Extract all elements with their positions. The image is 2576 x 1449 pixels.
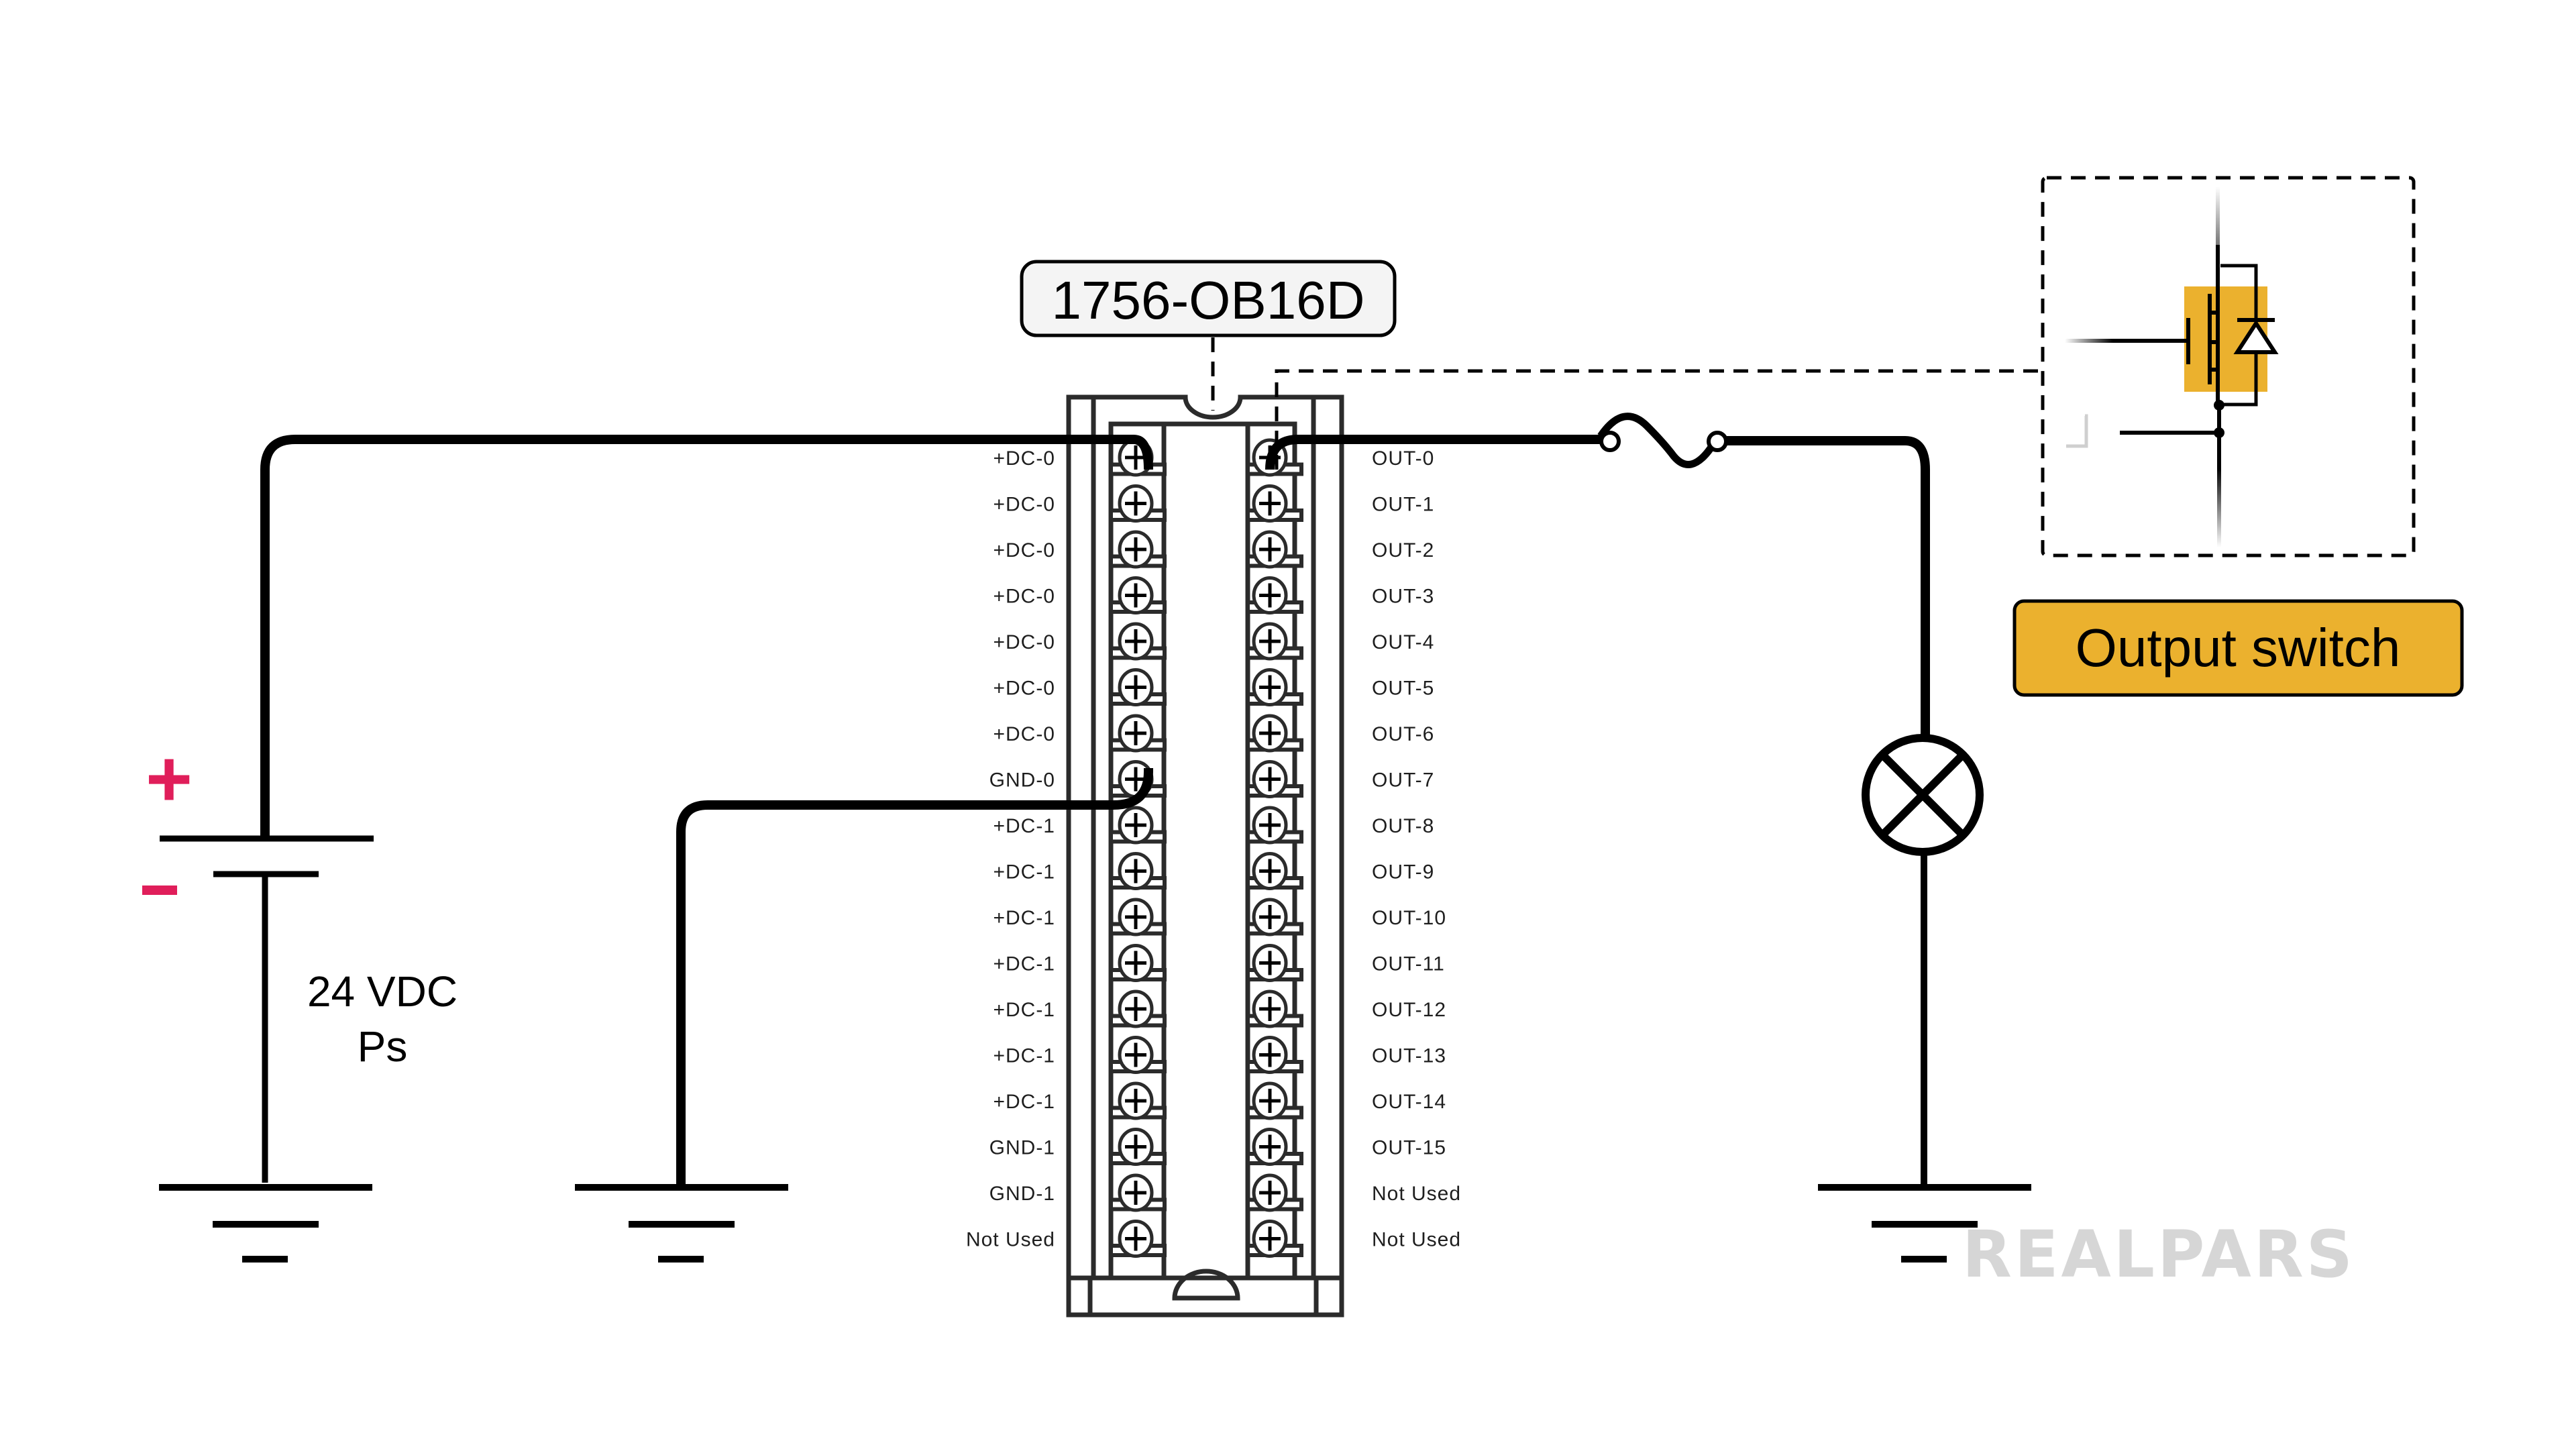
right-terminal-label: OUT-13	[1372, 1045, 1446, 1067]
terminal-screw-icon[interactable]	[1118, 530, 1154, 569]
terminal-screw-icon[interactable]	[1118, 852, 1154, 890]
terminal-screw-icon[interactable]	[1118, 1220, 1154, 1258]
terminal-screw-icon[interactable]	[1252, 622, 1288, 661]
left-terminal-label: Not Used	[966, 1229, 1055, 1251]
right-terminal-label: OUT-8	[1372, 815, 1434, 837]
right-terminal-label: OUT-0	[1372, 447, 1434, 470]
left-terminal-label: +DC-0	[993, 494, 1055, 516]
polarity-plus: +	[146, 734, 193, 824]
right-terminal-label: OUT-4	[1372, 631, 1434, 653]
load-wire	[1727, 436, 1930, 736]
left-terminal-label: +DC-1	[993, 999, 1055, 1021]
left-terminal-label: GND-1	[989, 1183, 1055, 1205]
terminal-screw-icon[interactable]	[1118, 1081, 1154, 1120]
left-terminal-label: +DC-0	[993, 586, 1055, 608]
realpars-logo: REALPARS	[1962, 1217, 2355, 1292]
left-terminal-label: +DC-1	[993, 1045, 1055, 1067]
psu-voltage-label: 24 VDC	[307, 967, 458, 1016]
left-terminal-label: GND-1	[989, 1137, 1055, 1159]
left-terminal-label: +DC-1	[993, 907, 1055, 929]
right-terminal-label: OUT-9	[1372, 861, 1434, 883]
left-terminal-label: +DC-0	[993, 678, 1055, 700]
right-terminal-label: OUT-5	[1372, 678, 1434, 700]
right-terminal-label: OUT-15	[1372, 1137, 1446, 1159]
wiring-diagram: + 24 VDC Ps 1756-OB16D +DC-0 OUT-0+DC-0 …	[142, 176, 2464, 1318]
terminal-screw-icon[interactable]	[1252, 668, 1288, 706]
terminal-screw-icon[interactable]	[1252, 714, 1288, 753]
lamp-icon	[1862, 734, 1984, 856]
terminal-screw-icon[interactable]	[1252, 1128, 1288, 1166]
terminal-screw-icon[interactable]	[1118, 668, 1154, 706]
terminal-screw-icon[interactable]	[1118, 1036, 1154, 1074]
left-terminal-label: +DC-0	[993, 631, 1055, 653]
output-switch-label: Output switch	[2012, 599, 2464, 697]
left-terminal-label: +DC-0	[993, 447, 1055, 470]
psu-name-label: Ps	[358, 1022, 408, 1071]
terminal-screw-icon[interactable]	[1252, 852, 1288, 890]
left-terminal-label: +DC-1	[993, 815, 1055, 837]
right-terminal-label: OUT-6	[1372, 723, 1434, 745]
terminal-screw-icon[interactable]	[1252, 484, 1288, 523]
module-label: 1756-OB16D	[1020, 260, 1397, 337]
terminal-screw-icon[interactable]	[1252, 530, 1288, 569]
right-terminal-label: Not Used	[1372, 1183, 1461, 1205]
right-terminal-label: OUT-11	[1372, 953, 1445, 975]
terminal-screw-icon[interactable]	[1118, 806, 1154, 845]
right-terminal-label: Not Used	[1372, 1229, 1461, 1251]
terminal-screw-icon[interactable]	[1118, 1173, 1154, 1212]
terminal-screw-icon[interactable]	[1118, 714, 1154, 753]
terminal-screw-icon[interactable]	[1252, 760, 1288, 798]
left-terminal-label: +DC-1	[993, 1091, 1055, 1113]
terminal-screw-icon[interactable]	[1118, 484, 1154, 523]
terminal-screw-icon[interactable]	[1118, 898, 1154, 936]
right-terminal-label: OUT-12	[1372, 999, 1446, 1021]
terminal-screw-icon[interactable]	[1252, 806, 1288, 845]
svg-text:Output switch: Output switch	[2076, 618, 2401, 678]
terminal-screw-icon[interactable]	[1252, 989, 1288, 1028]
terminal-screw-icon[interactable]	[1118, 989, 1154, 1028]
power-supply: + 24 VDC Ps	[142, 734, 458, 1183]
right-terminal-label: OUT-7	[1372, 769, 1434, 792]
terminal-screw-icon[interactable]	[1252, 1081, 1288, 1120]
right-terminal-label: OUT-2	[1372, 539, 1434, 561]
terminal-screw-icon[interactable]	[1118, 576, 1154, 614]
polarity-minus	[142, 885, 177, 895]
terminal-screw-icon[interactable]	[1118, 1128, 1154, 1166]
terminal-screw-icon[interactable]	[1252, 1036, 1288, 1074]
left-terminal-label: +DC-1	[993, 953, 1055, 975]
ground-icon	[159, 1184, 372, 1263]
terminal-screw-icon[interactable]	[1252, 1220, 1288, 1258]
ground-icon	[575, 1184, 788, 1263]
left-terminal-label: +DC-1	[993, 861, 1055, 883]
terminal-screw-icon[interactable]	[1118, 622, 1154, 661]
module-model: 1756-OB16D	[1052, 270, 1365, 330]
terminal-block: +DC-0 OUT-0 +DC-0 OUT-1 +DC-0 OUT-2 +DC-0 OUT-3…	[966, 394, 1461, 1318]
left-terminal-label: +DC-0	[993, 539, 1055, 561]
switch-inset	[2041, 176, 2416, 557]
terminal-screw-icon[interactable]	[1252, 1173, 1288, 1212]
terminal-screw-icon[interactable]	[1252, 944, 1288, 982]
right-terminal-label: OUT-3	[1372, 586, 1434, 608]
right-terminal-label: OUT-1	[1372, 494, 1434, 516]
terminal-screw-icon[interactable]	[1252, 576, 1288, 614]
right-terminal-label: OUT-10	[1372, 907, 1446, 929]
left-terminal-label: GND-0	[989, 769, 1055, 792]
terminal-screw-icon[interactable]	[1252, 898, 1288, 936]
fuse-icon	[1597, 413, 1728, 468]
left-terminal-label: +DC-0	[993, 723, 1055, 745]
terminal-screw-icon[interactable]	[1118, 944, 1154, 982]
right-terminal-label: OUT-14	[1372, 1091, 1446, 1113]
